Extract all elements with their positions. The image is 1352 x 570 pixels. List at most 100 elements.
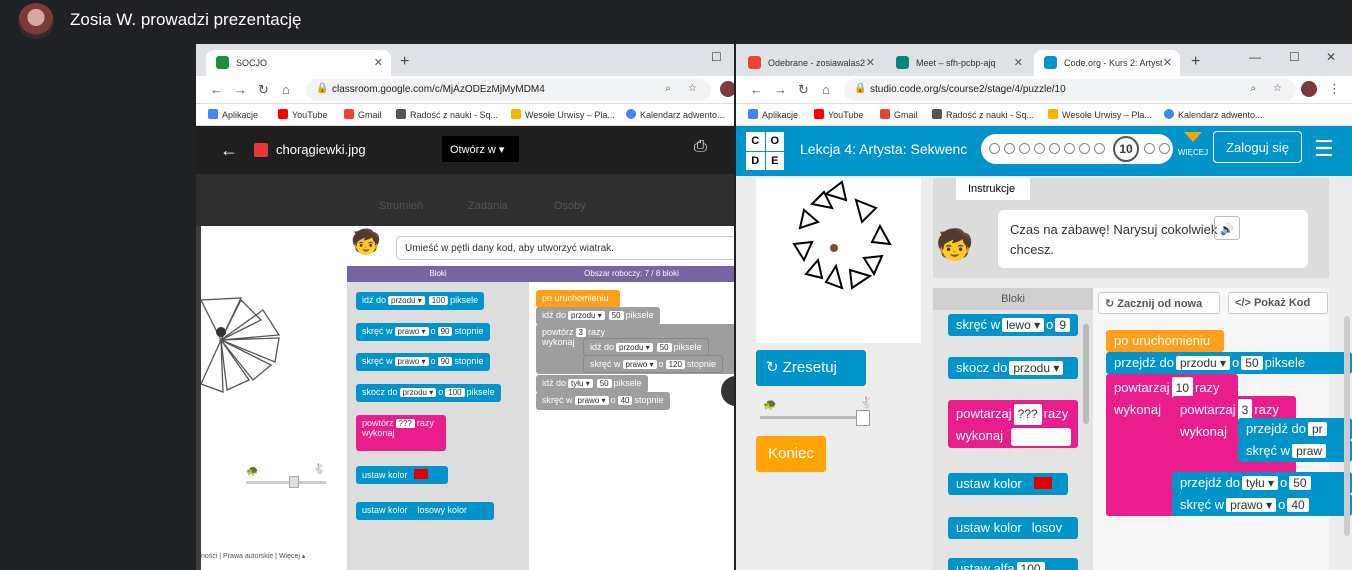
reload-icon[interactable]: ↻	[798, 82, 809, 98]
tb-set-random-color[interactable]: ustaw kolor losov	[948, 517, 1078, 539]
ws-move-forward[interactable]: przejdź do przodu ▾ o 50 piksele	[1106, 352, 1352, 374]
bookmark-youtube[interactable]: YouTube	[814, 109, 863, 120]
puzzle-dot[interactable]	[1144, 143, 1155, 154]
tab-stream[interactable]: Strumień	[379, 200, 423, 212]
tab-codeorg[interactable]: Code.org - Kurs 2: Artyst ✕	[1034, 50, 1180, 76]
profile-avatar[interactable]	[720, 81, 734, 97]
back-icon[interactable]: ←	[210, 82, 223, 97]
bookmark-gmail[interactable]: Gmail	[880, 109, 918, 120]
ws-inner-move[interactable]: idź do przodu ▾ 50 piksele	[583, 338, 709, 356]
login-button[interactable]: Zaloguj się	[1213, 131, 1302, 163]
ws-inner-turn[interactable]: skręć w praw	[1238, 440, 1352, 462]
tab-gmail[interactable]: Odebrane - zosiawalas2 ✕	[738, 50, 883, 76]
tab-meet[interactable]: Meet – sfh-pcbp-ajq ✕	[886, 50, 1031, 76]
new-tab-icon[interactable]: +	[400, 53, 409, 71]
tb-jump-forward[interactable]: skocz do przodu ▾ o 100 piksele	[356, 384, 501, 402]
tb-turn-left[interactable]: skręć w lewo ▾ o 9	[948, 314, 1078, 336]
restore-window-icon[interactable]: ☐	[711, 50, 722, 64]
puzzle-dot[interactable]	[1159, 143, 1170, 154]
tb-set-alpha[interactable]: ustaw alfa 100	[948, 558, 1078, 570]
speed-slider[interactable]	[246, 481, 326, 484]
speed-slider-thumb[interactable]	[856, 410, 870, 426]
back-arrow-icon[interactable]: ←	[220, 140, 238, 161]
close-icon[interactable]: ✕	[374, 56, 383, 69]
color-swatch[interactable]	[413, 469, 428, 479]
new-tab-icon[interactable]: +	[1191, 53, 1200, 71]
bookmark-urwisy[interactable]: Wesołe Urwisy – Pla...	[1048, 109, 1152, 120]
codeorg-logo[interactable]: CO DE	[746, 132, 784, 170]
tab-people[interactable]: Osoby	[554, 200, 586, 212]
forward-icon[interactable]: →	[234, 82, 247, 97]
open-with-button[interactable]: Otwórz w ▾	[442, 136, 519, 162]
ws-turn-right[interactable]: skręć w prawo ▾ o 40	[1172, 494, 1352, 516]
home-icon[interactable]: ⌂	[822, 82, 830, 97]
zoom-icon[interactable]: ⌕	[1250, 83, 1256, 94]
maximize-icon[interactable]: ☐	[1289, 50, 1300, 64]
bookmark-radosc[interactable]: Radość z nauki - Sq...	[932, 109, 1034, 120]
close-icon[interactable]: ✕	[1014, 56, 1023, 69]
ws-inner-turn[interactable]: skręć w prawo ▾ o 120 stopnie	[583, 355, 723, 373]
puzzle-dot[interactable]	[1019, 143, 1030, 154]
forward-icon[interactable]: →	[774, 82, 787, 97]
puzzle-dot[interactable]	[1049, 143, 1060, 154]
toolbox-scrollbar[interactable]	[1083, 324, 1089, 424]
more-button[interactable]: WIĘCEJ	[1176, 132, 1210, 160]
home-icon[interactable]: ⌂	[282, 82, 290, 97]
menu-kebab-icon[interactable]: ⋮	[1328, 81, 1341, 97]
puzzle-dot[interactable]	[1004, 143, 1015, 154]
bookmark-kalendarz[interactable]: Kalendarz adwento...	[626, 109, 725, 120]
zoom-icon[interactable]: ⌕	[665, 83, 671, 94]
finish-button[interactable]: Koniec	[756, 436, 826, 472]
speed-slider[interactable]	[760, 416, 870, 419]
profile-avatar[interactable]	[1301, 81, 1317, 97]
close-icon[interactable]: ✕	[1163, 56, 1172, 69]
tab-instructions[interactable]: Instrukcje	[956, 178, 1030, 200]
show-code-button[interactable]: </> Pokaż Kod	[1228, 292, 1328, 314]
tb-turn-right-2[interactable]: skręć w prawo ▾ o 90 stopnie	[356, 353, 490, 371]
left-tab-socjo[interactable]: SOCJO ✕	[206, 50, 391, 76]
close-icon[interactable]: ✕	[866, 56, 875, 69]
close-window-icon[interactable]: ✕	[1326, 50, 1336, 64]
tb-set-random-color[interactable]: ustaw kolor losowy kolor	[356, 502, 494, 520]
workspace-scrollbar[interactable]	[1344, 316, 1350, 536]
minimize-icon[interactable]: —	[1249, 50, 1261, 64]
ws-when-run[interactable]: po uruchomieniu	[536, 290, 620, 308]
tb-turn-right[interactable]: skręć w prawo ▾ o 90 stopnie	[356, 323, 490, 341]
tb-set-color[interactable]: ustaw kolor	[948, 473, 1068, 495]
left-address-bar[interactable]: 🔒 classroom.google.com/c/MjAzODEzMjMyMDM…	[306, 79, 711, 101]
reload-icon[interactable]: ↻	[258, 82, 269, 98]
ws-when-run[interactable]: po uruchomieniu	[1106, 330, 1224, 352]
ws-move-forward[interactable]: idź do przodu ▾ 50 piksele	[536, 307, 660, 325]
star-icon[interactable]: ☆	[1273, 83, 1282, 94]
star-icon[interactable]: ☆	[688, 83, 697, 94]
right-address-bar[interactable]: 🔒 studio.code.org/s/course2/stage/4/puzz…	[844, 79, 1296, 101]
tab-assignments[interactable]: Zadania	[468, 200, 508, 212]
text-to-speech-icon[interactable]: 🔊	[1214, 216, 1240, 240]
puzzle-dot[interactable]	[989, 143, 1000, 154]
footer-links[interactable]: ności | Prawa autorskie | Więcej ▴	[201, 552, 305, 560]
puzzle-dot[interactable]	[1034, 143, 1045, 154]
bookmark-urwisy[interactable]: Wesołe Urwisy – Pla...	[511, 109, 615, 120]
puzzle-dot[interactable]	[1094, 143, 1105, 154]
color-swatch[interactable]	[1033, 477, 1052, 489]
puzzle-dot[interactable]	[1064, 143, 1075, 154]
tb-move-forward[interactable]: idź do przodu ▾ 100 piksele	[356, 292, 485, 310]
bookmark-gmail[interactable]: Gmail	[344, 109, 382, 120]
tb-repeat[interactable]: powtarzaj??? razy wykonaj	[948, 400, 1078, 448]
print-icon[interactable]: ⎙	[694, 138, 707, 156]
reset-button[interactable]: ↻ Zresetuj	[756, 350, 866, 386]
viewer-next-button[interactable]	[721, 376, 734, 406]
tb-set-color[interactable]: ustaw kolor	[356, 466, 448, 484]
speed-slider-thumb[interactable]	[289, 476, 299, 488]
tb-repeat[interactable]: powtórz??? razy wykonaj	[356, 415, 446, 451]
bookmark-apps[interactable]: Aplikacje	[748, 109, 798, 120]
back-icon[interactable]: ←	[750, 82, 763, 97]
bookmark-kalendarz[interactable]: Kalendarz adwento...	[1164, 109, 1263, 120]
current-puzzle-dot[interactable]: 10	[1113, 136, 1139, 162]
ws-move-back[interactable]: przejdź do tyłu ▾ o 50	[1172, 472, 1352, 494]
ws-move-back[interactable]: idź do tyłu ▾ 50 piksele	[536, 375, 648, 393]
tb-jump-forward[interactable]: skocz do przodu ▾	[948, 357, 1078, 379]
ws-turn-right[interactable]: skręć w prawo ▾ o 40 stopnie	[536, 392, 670, 410]
bookmark-radosc[interactable]: Radość z nauki - Sq...	[396, 109, 498, 120]
start-over-button[interactable]: ↻ Zacznij od nowa	[1098, 292, 1220, 314]
